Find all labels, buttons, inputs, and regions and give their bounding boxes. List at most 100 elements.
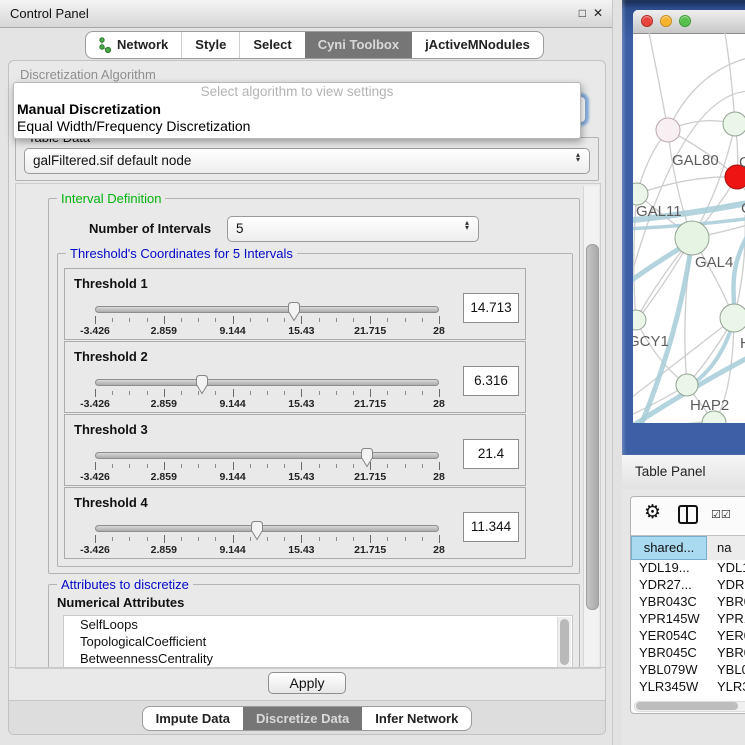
table-cell[interactable]: YBR045C: [631, 645, 707, 662]
tick-label: 15.43: [288, 544, 314, 556]
tick-mark: [164, 462, 165, 470]
table-row[interactable]: YBR043CYBR0: [631, 594, 745, 611]
apply-button[interactable]: Apply: [268, 672, 345, 694]
dropdown-item-manual-discretization[interactable]: Manual Discretization: [14, 101, 580, 118]
tab-label: Infer Network: [375, 707, 458, 730]
network-node[interactable]: [675, 221, 709, 255]
tab-select[interactable]: Select: [239, 32, 304, 58]
network-node[interactable]: [723, 112, 745, 136]
table-row[interactable]: YBL079WYBL0: [631, 662, 745, 679]
columns-icon[interactable]: [678, 505, 698, 524]
table-cell[interactable]: YBL079W: [631, 662, 707, 679]
dropdown-items: Manual DiscretizationEqual Width/Frequen…: [14, 101, 580, 135]
threshold-slider[interactable]: -3.4262.8599.14415.4321.71528: [95, 520, 439, 556]
slider-track[interactable]: [95, 525, 439, 532]
table-horizontal-scrollbar[interactable]: [634, 701, 745, 712]
combobox-arrows-icon[interactable]: ▴ ▾: [465, 221, 469, 230]
float-window-icon[interactable]: □: [579, 6, 586, 20]
dropdown-prompt-item[interactable]: Select algorithm to view settings: [14, 83, 580, 101]
tick-mark: [319, 318, 320, 322]
table-cell[interactable]: YBR0: [707, 645, 745, 662]
table-row[interactable]: YDL19...YDL1: [631, 560, 745, 577]
network-node[interactable]: [633, 310, 646, 330]
close-window-icon[interactable]: ✕: [593, 6, 603, 20]
tab-cyni-toolbox[interactable]: Cyni Toolbox: [305, 32, 412, 58]
threshold-value-field[interactable]: 6.316: [463, 366, 519, 396]
table-row[interactable]: YIL052CYIL0: [631, 696, 745, 699]
table-cell[interactable]: YIL0: [707, 696, 745, 699]
table-cell[interactable]: YER0: [707, 628, 745, 645]
gear-icon[interactable]: ⚙: [644, 501, 661, 524]
close-traffic-light-icon[interactable]: [641, 15, 653, 27]
table-cell[interactable]: YIL052C: [631, 696, 707, 699]
attribute-item-topologicalcoefficient[interactable]: TopologicalCoefficient: [64, 633, 572, 650]
threshold-value-field[interactable]: 21.4: [463, 439, 519, 469]
cyni-mode-tabs: Impute DataDiscretize Data Infer Network: [142, 706, 473, 731]
tab-discretize-data[interactable]: Discretize Data: [243, 707, 362, 730]
table-row[interactable]: YPR145WYPR1: [631, 611, 745, 628]
threshold-value-field[interactable]: 11.344: [463, 512, 519, 542]
scrollbar-thumb[interactable]: [636, 702, 738, 710]
table-cell[interactable]: YDL19...: [631, 560, 707, 577]
slider-track[interactable]: [95, 379, 439, 386]
table-cell[interactable]: YDR2: [707, 577, 745, 594]
network-node[interactable]: [656, 118, 680, 142]
table-cell[interactable]: YDL1: [707, 560, 745, 577]
network-node[interactable]: [720, 304, 745, 332]
tab-impute-data[interactable]: Impute Data: [143, 707, 243, 730]
list-scrollbar[interactable]: [557, 617, 571, 669]
dropdown-item-equal-width-frequency-discretization[interactable]: Equal Width/Frequency Discretization: [14, 118, 580, 135]
attribute-item-betweennesscentrality[interactable]: BetweennessCentrality: [64, 650, 572, 667]
scrollbar-thumb[interactable]: [586, 244, 599, 610]
tab-style[interactable]: Style: [181, 32, 239, 58]
tab-network[interactable]: Network: [86, 32, 181, 58]
network-window-titlebar[interactable]: [633, 10, 745, 34]
control-panel-tabbar: NetworkStyleSelectCyni ToolboxjActiveMNo…: [85, 31, 544, 59]
slider-thumb[interactable]: [194, 374, 210, 395]
table-cell[interactable]: YBR0: [707, 594, 745, 611]
table-cell[interactable]: YLR3: [707, 679, 745, 696]
table-cell[interactable]: YDR27...: [631, 577, 707, 594]
slider-track[interactable]: [95, 306, 439, 313]
number-of-intervals-combobox[interactable]: 5 ▴ ▾: [227, 216, 479, 242]
column-header-name[interactable]: na: [707, 536, 745, 560]
table-cell[interactable]: YPR145W: [631, 611, 707, 628]
slider-thumb[interactable]: [249, 520, 265, 541]
threshold-value-field[interactable]: 14.713: [463, 293, 519, 323]
table-row[interactable]: YBR045CYBR0: [631, 645, 745, 662]
threshold-slider[interactable]: -3.4262.8599.14415.4321.71528: [95, 374, 439, 410]
tab-infer-network[interactable]: Infer Network: [362, 707, 471, 730]
table-row[interactable]: YDR27...YDR2: [631, 577, 745, 594]
scrollbar-thumb[interactable]: [560, 619, 569, 665]
minimize-traffic-light-icon[interactable]: [660, 15, 672, 27]
table-cell[interactable]: YER054C: [631, 628, 707, 645]
table-cell[interactable]: YBL0: [707, 662, 745, 679]
network-node[interactable]: [676, 374, 698, 396]
table-cell[interactable]: YPR1: [707, 611, 745, 628]
column-header-shared-name[interactable]: shared...: [631, 536, 707, 560]
tab-jactivemnodules[interactable]: jActiveMNodules: [412, 32, 543, 58]
select-columns-checkboxes-icon[interactable]: ☑☑: [711, 508, 731, 521]
combobox-arrows-icon[interactable]: ▴ ▾: [576, 153, 580, 162]
tick-mark: [129, 537, 130, 541]
slider-thumb[interactable]: [286, 301, 302, 322]
slider-thumb[interactable]: [359, 447, 375, 468]
zoom-traffic-light-icon[interactable]: [679, 15, 691, 27]
tick-mark: [422, 464, 423, 468]
network-canvas[interactable]: GAL80GACGAL11GAL4GCY1HHAP2: [633, 33, 745, 423]
numerical-attributes-list[interactable]: SelfLoopsTopologicalCoefficientBetweenne…: [63, 615, 573, 669]
threshold-slider[interactable]: -3.4262.8599.14415.4321.71528: [95, 301, 439, 337]
table-data-combobox[interactable]: galFiltered.sif default node ▴ ▾: [24, 148, 590, 174]
network-edge: [725, 33, 735, 124]
slider-track[interactable]: [95, 452, 439, 459]
table-row[interactable]: YER054CYER0: [631, 628, 745, 645]
table-row[interactable]: YLR345WYLR3: [631, 679, 745, 696]
attribute-item-selfloops[interactable]: SelfLoops: [64, 616, 572, 633]
tick-mark: [198, 537, 199, 541]
settings-scrollbar[interactable]: [583, 186, 599, 666]
network-edge: [637, 177, 737, 194]
threshold-slider[interactable]: -3.4262.8599.14415.4321.71528: [95, 447, 439, 483]
table-cell[interactable]: YBR043C: [631, 594, 707, 611]
table-panel-title: Table Panel: [635, 455, 745, 489]
table-cell[interactable]: YLR345W: [631, 679, 707, 696]
